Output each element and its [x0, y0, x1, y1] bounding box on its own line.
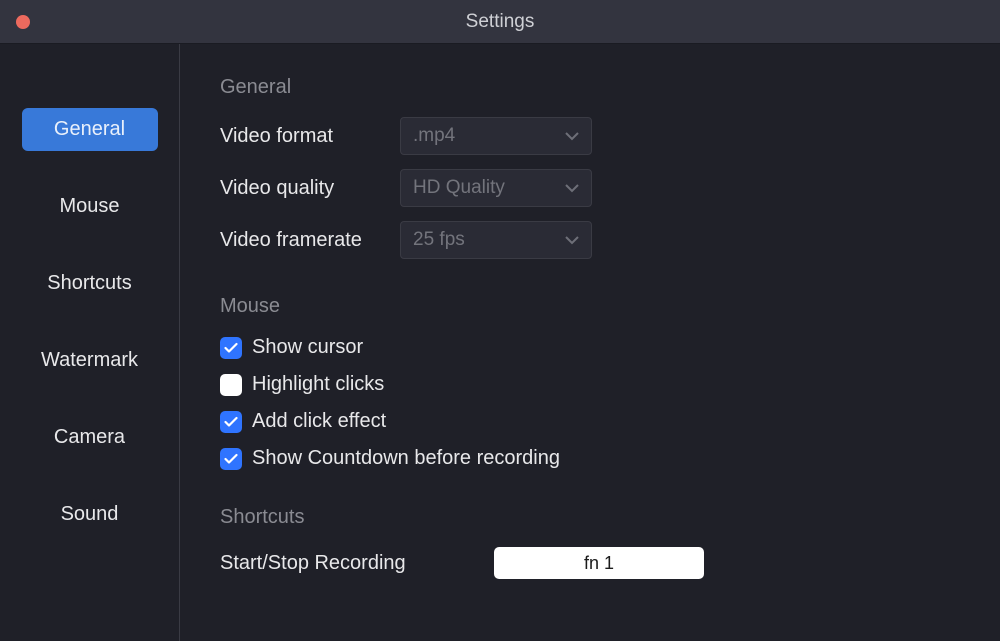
- row-video-format: Video format .mp4: [220, 117, 960, 155]
- checkbox-show-countdown[interactable]: [220, 448, 242, 470]
- select-video-format-value: .mp4: [413, 125, 579, 147]
- row-highlight-clicks: Highlight clicks: [220, 373, 960, 396]
- select-video-framerate-value: 25 fps: [413, 229, 579, 251]
- label-start-stop-recording: Start/Stop Recording: [220, 552, 464, 575]
- label-highlight-clicks: Highlight clicks: [252, 373, 384, 396]
- label-show-cursor: Show cursor: [252, 336, 363, 359]
- row-video-quality: Video quality HD Quality: [220, 169, 960, 207]
- label-add-click-effect: Add click effect: [252, 410, 386, 433]
- section-heading-mouse: Mouse: [220, 295, 960, 318]
- section-heading-general: General: [220, 76, 960, 99]
- label-video-quality: Video quality: [220, 177, 400, 200]
- row-show-countdown: Show Countdown before recording: [220, 447, 960, 470]
- sidebar-item-watermark[interactable]: Watermark: [22, 339, 158, 382]
- select-video-quality[interactable]: HD Quality: [400, 169, 592, 207]
- select-video-quality-value: HD Quality: [413, 177, 579, 199]
- row-start-stop-recording: Start/Stop Recording fn 1: [220, 547, 960, 579]
- input-start-stop-recording[interactable]: fn 1: [494, 547, 704, 579]
- close-window-button[interactable]: [16, 15, 30, 29]
- row-show-cursor: Show cursor: [220, 336, 960, 359]
- section-general: General Video format .mp4 Video quality …: [220, 76, 960, 259]
- settings-sidebar: General Mouse Shortcuts Watermark Camera…: [0, 44, 180, 641]
- section-mouse: Mouse Show cursor Highlight clicks Add c…: [220, 295, 960, 470]
- label-show-countdown: Show Countdown before recording: [252, 447, 560, 470]
- sidebar-item-sound[interactable]: Sound: [22, 493, 158, 536]
- row-video-framerate: Video framerate 25 fps: [220, 221, 960, 259]
- checkbox-show-cursor[interactable]: [220, 337, 242, 359]
- select-video-framerate[interactable]: 25 fps: [400, 221, 592, 259]
- row-add-click-effect: Add click effect: [220, 410, 960, 433]
- sidebar-item-camera[interactable]: Camera: [22, 416, 158, 459]
- section-heading-shortcuts: Shortcuts: [220, 506, 960, 529]
- window-titlebar: Settings: [0, 0, 1000, 44]
- label-video-format: Video format: [220, 125, 400, 148]
- select-video-format[interactable]: .mp4: [400, 117, 592, 155]
- sidebar-item-general[interactable]: General: [22, 108, 158, 151]
- sidebar-item-mouse[interactable]: Mouse: [22, 185, 158, 228]
- section-shortcuts: Shortcuts Start/Stop Recording fn 1: [220, 506, 960, 579]
- sidebar-item-shortcuts[interactable]: Shortcuts: [22, 262, 158, 305]
- checkbox-add-click-effect[interactable]: [220, 411, 242, 433]
- chevron-down-icon: [565, 131, 579, 141]
- label-video-framerate: Video framerate: [220, 229, 400, 252]
- window-traffic-lights: [16, 15, 30, 29]
- content-area: General Mouse Shortcuts Watermark Camera…: [0, 44, 1000, 641]
- chevron-down-icon: [565, 235, 579, 245]
- checkbox-highlight-clicks[interactable]: [220, 374, 242, 396]
- window-title: Settings: [0, 11, 1000, 33]
- settings-main-panel: General Video format .mp4 Video quality …: [180, 44, 1000, 641]
- chevron-down-icon: [565, 183, 579, 193]
